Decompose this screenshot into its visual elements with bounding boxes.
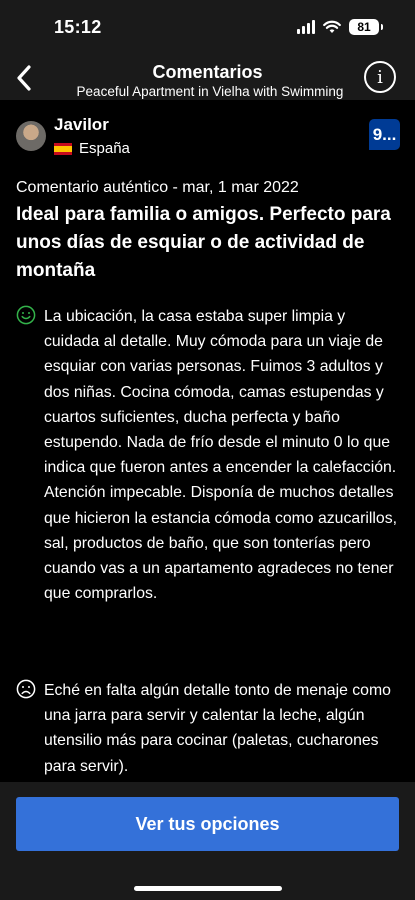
- signal-icon: [297, 20, 315, 34]
- avatar[interactable]: [16, 121, 46, 151]
- page-subtitle: Peaceful Apartment in Vielha with Swimmi…: [76, 84, 344, 99]
- battery-icon: 81: [349, 19, 383, 35]
- reviewer-name: Javilor: [54, 115, 109, 134]
- negative-comment: Eché en falta algún detalle tonto de men…: [16, 678, 401, 779]
- bottom-bar: Ver tus opciones: [0, 782, 415, 900]
- review-content: Javilor España 9... Comentario auténtico…: [0, 100, 415, 782]
- status-bar: 15:12 81: [0, 0, 415, 56]
- info-button[interactable]: i: [364, 61, 396, 93]
- country-label: España: [79, 140, 130, 157]
- frown-icon: [16, 679, 36, 699]
- home-indicator[interactable]: [134, 886, 282, 891]
- smile-icon: [16, 305, 36, 325]
- negative-text: Eché en falta algún detalle tonto de men…: [44, 682, 391, 775]
- positive-text: La ubicación, la casa estaba super limpi…: [44, 308, 397, 603]
- wifi-icon: [323, 20, 341, 33]
- reviewer-country: España: [54, 140, 130, 157]
- spain-flag-icon: [54, 142, 72, 155]
- score-badge: 9...: [369, 119, 400, 150]
- page-title: Comentarios: [152, 62, 263, 82]
- see-options-button[interactable]: Ver tus opciones: [16, 797, 399, 851]
- positive-comment: La ubicación, la casa estaba super limpi…: [16, 304, 401, 606]
- status-icons: 81: [297, 19, 383, 35]
- review-meta: Comentario auténtico - mar, 1 mar 2022: [16, 179, 299, 196]
- nav-header: Comentarios Peaceful Apartment in Vielha…: [0, 56, 415, 100]
- review-title: Ideal para familia o amigos. Perfecto pa…: [16, 204, 391, 281]
- info-icon: i: [377, 66, 383, 88]
- status-time: 15:12: [54, 17, 102, 37]
